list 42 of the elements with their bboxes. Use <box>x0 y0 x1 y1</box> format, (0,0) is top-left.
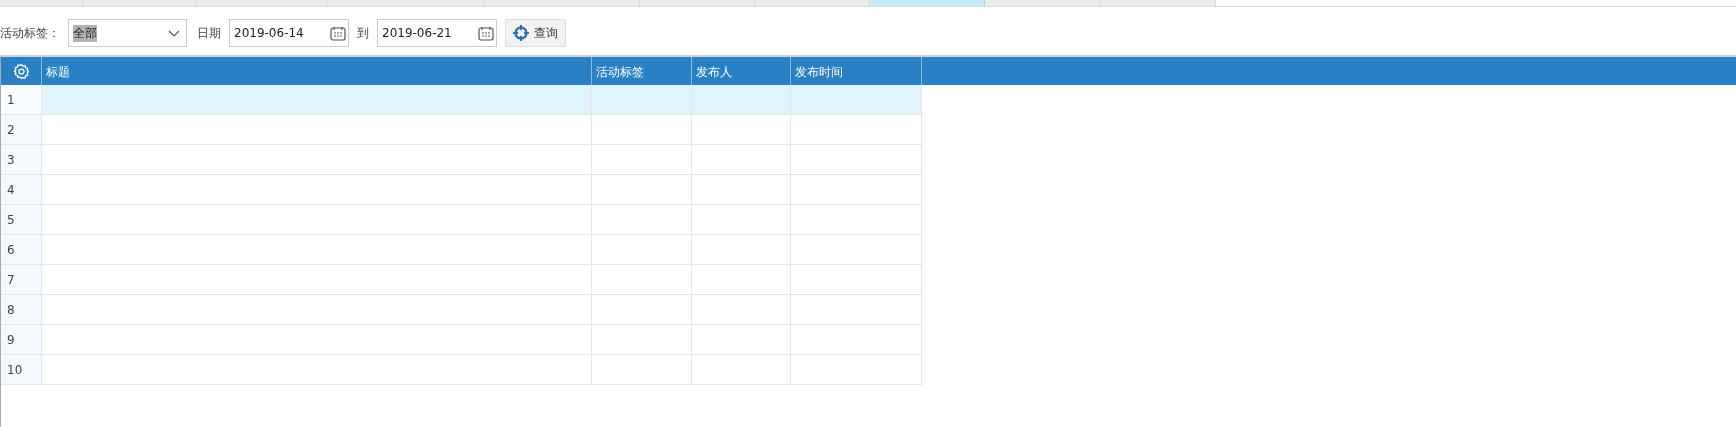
tab[interactable] <box>83 0 197 6</box>
table-row[interactable]: 10 <box>1 355 922 385</box>
date-field[interactable]: 2019-06-14 <box>229 19 349 47</box>
settings-icon[interactable] <box>12 62 30 80</box>
tab[interactable] <box>197 0 327 6</box>
crosshair-icon <box>513 25 529 41</box>
row-number: 6 <box>1 235 42 265</box>
row-number: 10 <box>1 355 42 385</box>
table-row[interactable]: 9 <box>1 325 922 355</box>
table-row[interactable]: 5 <box>1 205 922 235</box>
to-label: 到 <box>357 24 369 42</box>
table-row[interactable]: 6 <box>1 235 922 265</box>
query-button[interactable]: 查询 <box>505 19 566 47</box>
table-row[interactable]: 4 <box>1 175 922 205</box>
date-label: 日期 <box>197 24 221 42</box>
row-number: 4 <box>1 175 42 205</box>
row-number: 9 <box>1 325 42 355</box>
table-row[interactable]: 7 <box>1 265 922 295</box>
calendar-icon <box>330 25 346 41</box>
row-number: 8 <box>1 295 42 325</box>
tag-select[interactable]: 全部 <box>68 19 187 47</box>
tab[interactable] <box>985 0 1100 6</box>
calendar-icon <box>478 25 494 41</box>
table-row[interactable]: 3 <box>1 145 922 175</box>
row-number: 3 <box>1 145 42 175</box>
table-row[interactable]: 1 <box>1 85 922 115</box>
row-number: 1 <box>1 85 42 115</box>
table-row[interactable]: 8 <box>1 295 922 325</box>
date-field[interactable]: 2019-06-21 <box>377 19 497 47</box>
row-number: 2 <box>1 115 42 145</box>
tab[interactable] <box>640 0 755 6</box>
tab[interactable] <box>484 0 640 6</box>
caret-icon <box>168 29 180 37</box>
row-number: 5 <box>1 205 42 235</box>
tag-label: 活动标签： <box>0 24 60 42</box>
tab[interactable] <box>870 0 985 6</box>
row-number: 7 <box>1 265 42 295</box>
tab[interactable] <box>0 0 83 6</box>
table-row[interactable]: 2 <box>1 115 922 145</box>
tab[interactable] <box>1100 0 1216 6</box>
tab[interactable] <box>327 0 484 6</box>
tab[interactable] <box>755 0 870 6</box>
